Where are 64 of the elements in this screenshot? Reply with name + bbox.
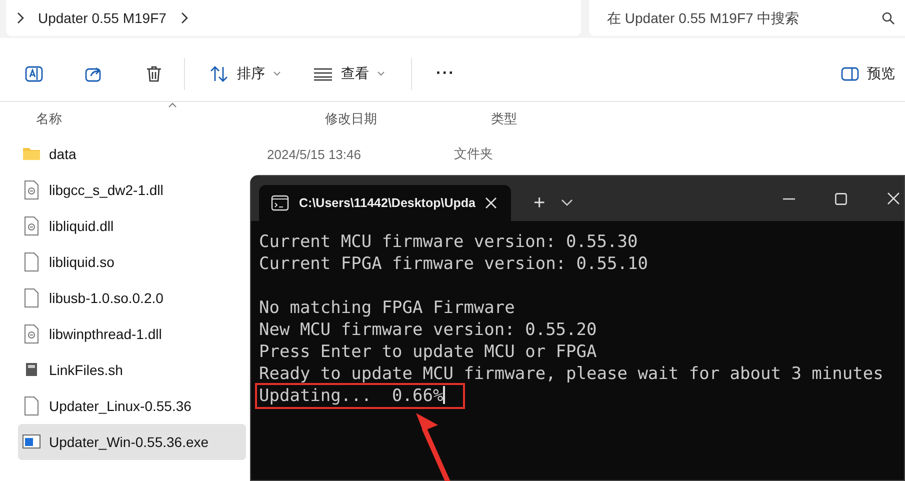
more-button[interactable]: ··· [430, 60, 461, 86]
dropdown-caret-icon[interactable] [561, 199, 574, 207]
file-row[interactable]: data 2024/5/15 13:46 文件夹 [18, 136, 533, 172]
terminal-tab[interactable]: C:\Users\11442\Desktop\Upda [259, 185, 512, 221]
file-row[interactable]: libliquid.so [18, 244, 246, 280]
blank-file-icon [22, 252, 41, 272]
chevron-right-icon[interactable] [180, 12, 188, 24]
caret-icon [377, 70, 385, 76]
breadcrumb[interactable]: Updater 0.55 M19F7 [38, 10, 166, 26]
console-line: Current MCU firmware version: 0.55.30 [259, 232, 638, 252]
file-row[interactable]: libwinpthread-1.dll [18, 316, 246, 352]
panel-icon [841, 66, 859, 80]
file-row[interactable]: libusb-1.0.so.0.2.0 [18, 280, 246, 316]
console-line: Current FPGA firmware version: 0.55.10 [259, 254, 648, 274]
file-name: data [49, 146, 76, 162]
file-name: LinkFiles.sh [49, 362, 123, 378]
preview-button[interactable]: 预览 [835, 60, 901, 86]
console-icon [271, 195, 289, 211]
console-line: Press Enter to update MCU or FPGA [259, 342, 597, 362]
dll-file-icon [22, 216, 41, 236]
file-row[interactable]: LinkFiles.sh [18, 352, 246, 388]
file-type: 文件夹 [454, 145, 493, 163]
rename-icon[interactable] [24, 64, 44, 84]
blank-file-icon [22, 396, 41, 416]
maximize-icon[interactable] [835, 192, 847, 204]
column-header[interactable]: 修改日期 [307, 110, 473, 128]
search-icon[interactable] [882, 12, 895, 24]
sort-arrows-icon [209, 64, 229, 82]
file-name: Updater_Win-0.55.36.exe [49, 434, 209, 450]
file-name: libliquid.so [49, 254, 114, 270]
file-name: libliquid.dll [49, 218, 114, 234]
search-box[interactable]: 在 Updater 0.55 M19F7 中搜索 [589, 0, 905, 36]
dll-file-icon [22, 324, 41, 344]
sort-caret-icon [168, 102, 177, 108]
close-icon[interactable] [485, 197, 498, 209]
view-button[interactable]: 查看 [307, 60, 391, 86]
dll-file-icon [22, 180, 41, 200]
address-bar[interactable]: Updater 0.55 M19F7 [6, 0, 581, 36]
blank-file-icon [22, 288, 41, 308]
console-line: Updating... 0.66% [259, 386, 445, 406]
file-row[interactable]: libgcc_s_dw2-1.dll [18, 172, 246, 208]
file-name: libusb-1.0.so.0.2.0 [49, 290, 164, 306]
minimize-icon[interactable] [783, 198, 795, 200]
file-row[interactable]: libliquid.dll [18, 208, 246, 244]
trash-icon[interactable] [144, 64, 164, 84]
file-name: libgcc_s_dw2-1.dll [49, 182, 164, 198]
search-field[interactable]: 在 Updater 0.55 M19F7 中搜索 [605, 9, 882, 27]
tab-title: C:\Users\11442\Desktop\Upda [299, 196, 476, 210]
column-header[interactable]: 类型 [473, 110, 573, 128]
console-line: No matching FPGA Firmware [259, 298, 515, 318]
close-icon[interactable] [887, 192, 900, 205]
file-name: Updater_Linux-0.55.36 [49, 398, 192, 414]
file-row[interactable]: Updater_Win-0.55.36.exe [18, 424, 246, 460]
chevron-right-icon[interactable] [16, 12, 24, 24]
new-tab-button[interactable]: + [525, 192, 554, 215]
caret-icon [273, 70, 281, 76]
console-line: Ready to update MCU firmware, please wait for about 3 minutes [259, 364, 884, 384]
lines-icon [313, 66, 333, 80]
console-line: New MCU firmware version: 0.55.20 [259, 320, 597, 340]
file-name: libwinpthread-1.dll [49, 326, 162, 342]
file-date: 2024/5/15 13:46 [267, 146, 361, 162]
file-row[interactable]: Updater_Linux-0.55.36 [18, 388, 246, 424]
sort-button[interactable]: 排序 [203, 60, 287, 86]
column-header[interactable]: 名称 [18, 110, 307, 128]
